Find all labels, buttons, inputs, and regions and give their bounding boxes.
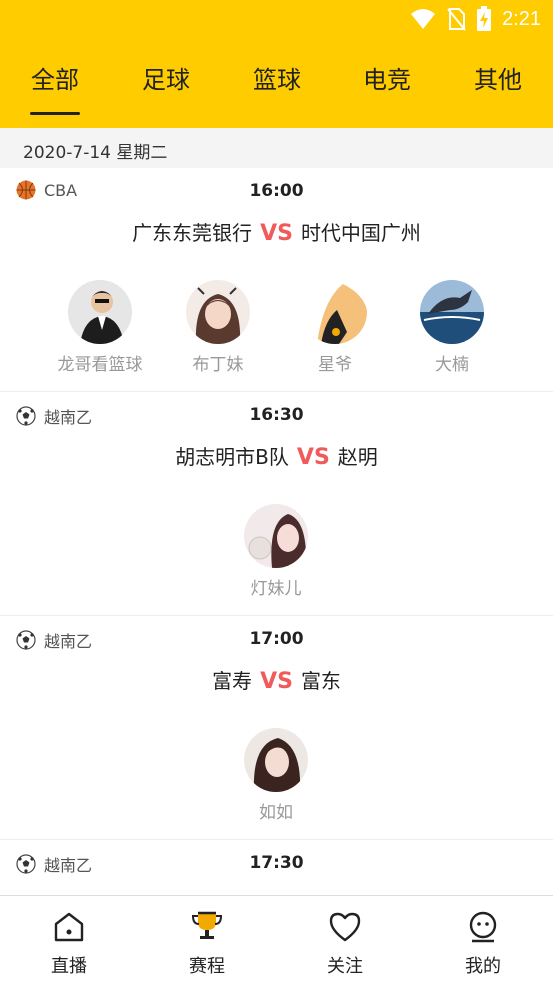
streamer-item[interactable]: 灯妹儿 [226, 504, 326, 599]
match-teams: 广东东莞银行 VS 时代中国广州 [0, 217, 553, 246]
away-team: 时代中国广州 [300, 221, 421, 245]
battery-charging-icon [477, 6, 492, 31]
match-card[interactable]: 越南乙 17:00 富寿 VS 富东 如如 [0, 616, 553, 840]
date-label: 2020-7-14 星期二 [23, 143, 168, 163]
nav-follow[interactable]: 关注 [300, 910, 390, 978]
streamer-name: 灯妹儿 [250, 579, 302, 599]
no-sim-icon [447, 8, 466, 31]
home-team: 广东东莞银行 [132, 221, 253, 245]
match-card[interactable]: 越南乙 16:30 胡志明市B队 VS 赵明 灯妹儿 [0, 392, 553, 616]
match-time: 17:30 [249, 853, 304, 873]
nav-label: 关注 [327, 956, 363, 977]
trophy-icon [191, 911, 223, 939]
vs-label: VS [260, 669, 293, 694]
streamer-item[interactable]: 如如 [226, 728, 326, 823]
match-time: 16:00 [249, 181, 304, 201]
nav-label: 直播 [51, 956, 87, 977]
match-teams: 富寿 VS 富东 [0, 665, 553, 694]
streamer-item[interactable]: 大楠 [402, 280, 502, 375]
app-header: 2:21 全部 足球 篮球 电竞 其他 [0, 0, 553, 128]
vs-label: VS [296, 445, 330, 470]
nav-profile[interactable]: 我的 [438, 910, 528, 978]
status-icons: 2:21 [410, 6, 541, 32]
match-card[interactable]: CBA 16:00 广东东莞银行 VS 时代中国广州 龙哥看篮球 布丁妹 星爷 … [0, 168, 553, 392]
away-team: 富东 [300, 669, 341, 693]
streamer-item[interactable]: 星爷 [285, 280, 385, 375]
avatar [68, 280, 132, 344]
avatar [244, 504, 308, 568]
wifi-icon [411, 9, 436, 29]
home-team: 富寿 [212, 669, 253, 693]
nav-label: 我的 [465, 956, 501, 977]
away-team: 赵明 [337, 445, 378, 469]
nav-live[interactable]: 直播 [24, 910, 114, 978]
tab-basketball[interactable]: 篮球 [237, 60, 317, 95]
home-team: 胡志明市B队 [175, 445, 289, 469]
status-time: 2:21 [502, 7, 541, 30]
streamer-item[interactable]: 布丁妹 [168, 280, 268, 375]
date-header: 2020-7-14 星期二 [0, 128, 553, 168]
avatar [186, 280, 250, 344]
nav-label: 赛程 [189, 956, 225, 977]
avatar [420, 280, 484, 344]
heart-icon [329, 912, 361, 942]
match-time: 17:00 [249, 629, 304, 649]
streamer-item[interactable]: 龙哥看篮球 [50, 280, 150, 375]
home-icon [54, 912, 84, 942]
nav-schedule[interactable]: 赛程 [162, 910, 252, 978]
category-tabs: 全部 足球 篮球 电竞 其他 [0, 60, 553, 116]
match-card[interactable]: 越南乙 17:30 [0, 840, 553, 895]
match-time: 16:30 [249, 405, 304, 425]
status-bar: 2:21 [0, 0, 553, 38]
avatar [244, 728, 308, 792]
tab-other[interactable]: 其他 [458, 60, 538, 95]
profile-icon [469, 911, 497, 943]
bottom-navigation: 直播 赛程 关注 我的 [0, 895, 553, 983]
match-teams: 胡志明市B队 VS 赵明 [0, 441, 553, 470]
streamer-name: 布丁妹 [192, 355, 244, 375]
tab-all[interactable]: 全部 [15, 60, 95, 95]
streamer-name: 如如 [259, 803, 293, 823]
vs-label: VS [260, 221, 293, 246]
tab-esports[interactable]: 电竞 [347, 60, 427, 95]
tab-football[interactable]: 足球 [126, 60, 206, 95]
streamer-name: 龙哥看篮球 [57, 355, 143, 375]
active-tab-indicator [30, 112, 80, 115]
avatar [303, 280, 367, 344]
streamer-name: 星爷 [318, 355, 352, 375]
streamer-name: 大楠 [435, 355, 469, 375]
